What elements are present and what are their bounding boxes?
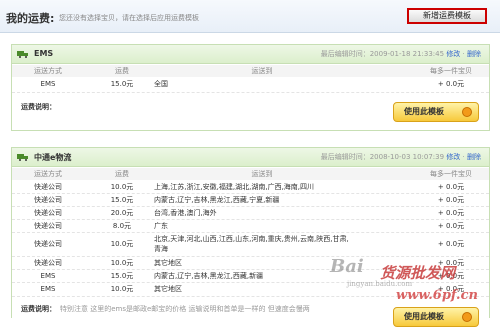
- coin-icon: [462, 107, 472, 117]
- row-method: EMS: [40, 285, 56, 293]
- row-dest: 台湾,香港,澳门,海外: [154, 209, 217, 217]
- row-extra: + 0.0元: [437, 240, 465, 248]
- row-method: 快递公司: [34, 259, 62, 267]
- row-method: EMS: [40, 80, 56, 88]
- modify-link[interactable]: 修改: [446, 50, 460, 58]
- table-row: 快递公司 20.0元 台湾,香港,澳门,海外 + 0.0元: [12, 207, 489, 219]
- row-fee: 10.0元: [110, 240, 134, 248]
- watermark-baidu: Bai: [330, 256, 364, 277]
- edit-time: 2008-10-03 10:07:39: [369, 153, 445, 161]
- use-template-button[interactable]: 使用此模板: [393, 307, 479, 327]
- row-method: 快递公司: [34, 183, 62, 191]
- row-extra: + 0.0元: [437, 183, 465, 191]
- row-fee: 15.0元: [110, 272, 134, 280]
- template-edit-info: 最后编辑时间：2008-10-03 10:07:39 修改 · 删除: [320, 153, 481, 161]
- template-header: EMS 最后编辑时间：2009-01-18 21:33:45 修改 · 删除: [12, 45, 489, 64]
- row-fee: 15.0元: [110, 80, 134, 88]
- delete-link[interactable]: 删除: [467, 50, 481, 58]
- template-panel-ems: EMS 最后编辑时间：2009-01-18 21:33:45 修改 · 删除 运…: [11, 44, 490, 131]
- row-fee: 8.0元: [112, 222, 132, 230]
- row-method: EMS: [40, 272, 56, 280]
- template-edit-info: 最后编辑时间：2009-01-18 21:33:45 修改 · 删除: [320, 50, 481, 58]
- table-row: 快递公司 10.0元 上海,江苏,浙江,安徽,福建,湖北,湖南,广西,海南,四川…: [12, 181, 489, 193]
- row-method: 快递公司: [34, 240, 62, 248]
- truck-icon: [17, 51, 28, 58]
- truck-icon: [17, 154, 28, 161]
- edit-time: 2009-01-18 21:33:45: [369, 50, 445, 58]
- table-row: EMS 15.0元 全国 + 0.0元: [12, 78, 489, 90]
- col-extra: 每多一件宝贝: [430, 170, 472, 178]
- row-extra: + 0.0元: [437, 222, 465, 230]
- col-fee: 运费: [115, 67, 129, 75]
- row-method: 快递公司: [34, 209, 62, 217]
- use-template-label: 使用此模板: [404, 312, 444, 321]
- col-fee: 运费: [115, 170, 129, 178]
- row-dest: 广东: [154, 222, 168, 230]
- row-dest-cont: 青海: [154, 245, 168, 253]
- use-template-button[interactable]: 使用此模板: [393, 102, 479, 122]
- table-header: 运送方式 运费 运送到 每多一件宝贝: [12, 168, 489, 180]
- row-fee: 10.0元: [110, 259, 134, 267]
- template-header: 中通e物流 最后编辑时间：2008-10-03 10:07:39 修改 · 删除: [12, 148, 489, 167]
- col-dest: 运送到: [251, 170, 273, 178]
- col-method: 运送方式: [34, 170, 62, 178]
- watermark-url: www.6pf.cn: [396, 288, 478, 303]
- row-extra: + 0.0元: [437, 209, 465, 217]
- watermark-jingyan: jingyan.baidu.com: [347, 280, 413, 288]
- row-extra: + 0.0元: [437, 196, 465, 204]
- edit-time-label: 最后编辑时间：: [320, 50, 370, 58]
- use-template-label: 使用此模板: [404, 107, 444, 116]
- row-dest: 上海,江苏,浙江,安徽,福建,湖北,湖南,广西,海南,四川: [154, 183, 315, 191]
- row-fee: 10.0元: [110, 285, 134, 293]
- row-fee: 20.0元: [110, 209, 134, 217]
- template-name: 中通e物流: [34, 153, 72, 162]
- col-extra: 每多一件宝贝: [430, 67, 472, 75]
- header-hint: 您还没有选择宝贝，请在选择后应用运费模板: [59, 14, 199, 22]
- page-header: 我的运费: 您还没有选择宝贝，请在选择后应用运费模板 新增运费模板: [0, 0, 500, 33]
- row-fee: 15.0元: [110, 196, 134, 204]
- row-method: 快递公司: [34, 222, 62, 230]
- page-title: 我的运费:: [6, 12, 55, 25]
- note-label: 运费说明：: [21, 103, 56, 111]
- delete-link[interactable]: 删除: [467, 153, 481, 161]
- row-extra: + 0.0元: [437, 80, 465, 88]
- edit-time-label: 最后编辑时间：: [320, 153, 370, 161]
- table-row: 快递公司 8.0元 广东 + 0.0元: [12, 220, 489, 232]
- row-fee: 10.0元: [110, 183, 134, 191]
- divider: [12, 92, 489, 93]
- row-dest: 内蒙古,辽宁,吉林,黑龙江,西藏,宁夏,新疆: [154, 196, 280, 204]
- row-method: 快递公司: [34, 196, 62, 204]
- table-header: 运送方式 运费 运送到 每多一件宝贝: [12, 65, 489, 77]
- note-text: 特别注意 这里的ems是邮政e邮宝的价格 运输说明和首单是一样的 但速度会慢两: [60, 305, 310, 313]
- table-row: 快递公司 10.0元 北京,天津,河北,山西,江西,山东,河南,重庆,贵州,云南…: [12, 233, 489, 255]
- modify-link[interactable]: 修改: [446, 153, 460, 161]
- col-method: 运送方式: [34, 67, 62, 75]
- table-row: 快递公司 15.0元 内蒙古,辽宁,吉林,黑龙江,西藏,宁夏,新疆 + 0.0元: [12, 194, 489, 206]
- note-label: 运费说明：: [21, 305, 56, 313]
- new-template-button[interactable]: 新增运费模板: [407, 8, 487, 24]
- template-name: EMS: [34, 49, 54, 58]
- row-dest: 全国: [154, 80, 168, 88]
- col-dest: 运送到: [251, 67, 273, 75]
- coin-icon: [462, 312, 472, 322]
